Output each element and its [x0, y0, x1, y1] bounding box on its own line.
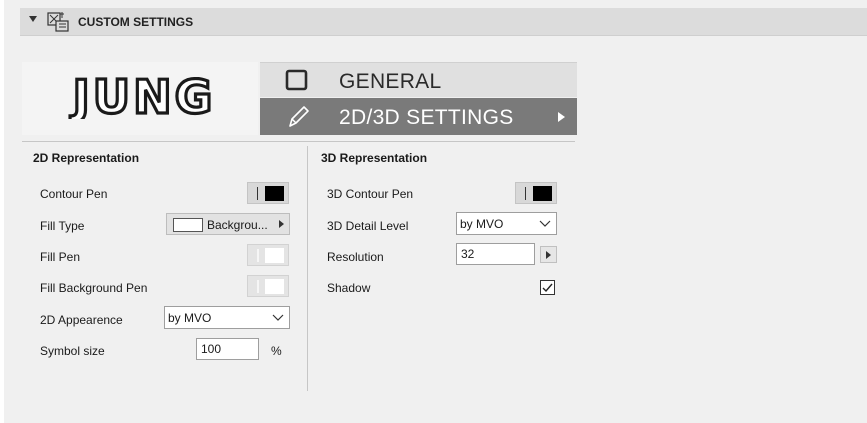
- logo-text: JUNG: [70, 77, 216, 119]
- shadow-label: Shadow: [327, 281, 371, 295]
- 3d-contour-pen-control[interactable]: [515, 182, 557, 204]
- pen-color-swatch: [265, 248, 284, 263]
- fill-type-arrow-icon: [279, 220, 284, 228]
- pen-color-swatch: [265, 279, 284, 294]
- pen-color-swatch: [533, 186, 552, 201]
- symbol-size-label: Symbol size: [40, 344, 105, 358]
- 3d-detail-level-select[interactable]: by MVO: [456, 212, 557, 235]
- resolution-stepper[interactable]: [540, 246, 557, 263]
- symbol-size-input[interactable]: 100: [196, 338, 259, 360]
- section-3d-title: 3D Representation: [321, 151, 428, 165]
- resolution-label: Resolution: [327, 250, 384, 264]
- fill-background-pen-control[interactable]: [247, 275, 289, 297]
- square-icon: [285, 69, 309, 94]
- chevron-down-icon: [272, 311, 284, 326]
- resolution-input[interactable]: 32: [456, 243, 535, 265]
- tab-general[interactable]: GENERAL: [260, 62, 577, 97]
- jung-logo: JUNG: [68, 77, 216, 119]
- symbol-size-unit: %: [271, 344, 282, 358]
- 3d-detail-level-label: 3D Detail Level: [327, 219, 409, 233]
- collapse-triangle-icon[interactable]: [29, 16, 37, 22]
- pen-divider: [257, 249, 259, 262]
- 2d-appearance-select[interactable]: by MVO: [164, 306, 290, 329]
- fill-type-label: Fill Type: [40, 219, 85, 233]
- 2d-appearance-label: 2D Appearence: [40, 313, 123, 327]
- tab-expand-arrow-icon: [558, 112, 565, 122]
- horizontal-divider: [22, 141, 575, 142]
- fill-pen-control[interactable]: [247, 244, 289, 266]
- tab-2d3d-settings[interactable]: 2D/3D SETTINGS: [260, 98, 577, 135]
- pencil-icon: [285, 104, 311, 133]
- shadow-checkbox[interactable]: [540, 280, 555, 295]
- fill-swatch: [173, 218, 203, 232]
- header-title: CUSTOM SETTINGS: [78, 15, 194, 29]
- vertical-divider: [307, 146, 308, 391]
- custom-settings-header[interactable]: CUSTOM SETTINGS: [20, 8, 867, 36]
- tab-general-label: GENERAL: [339, 70, 442, 93]
- 3d-detail-level-value: by MVO: [460, 217, 504, 231]
- settings-panel-icon: [47, 11, 71, 36]
- 3d-contour-pen-label: 3D Contour Pen: [327, 187, 414, 201]
- pen-divider: [257, 280, 259, 293]
- fill-type-value: Backgrou...: [207, 218, 268, 232]
- fill-type-control[interactable]: Backgrou...: [166, 213, 290, 235]
- fill-background-pen-label: Fill Background Pen: [40, 281, 148, 295]
- checkmark-icon: [542, 283, 553, 293]
- fill-pen-label: Fill Pen: [40, 250, 81, 264]
- pen-color-swatch: [265, 186, 284, 201]
- chevron-down-icon: [539, 217, 551, 232]
- 2d-appearance-value: by MVO: [168, 311, 212, 325]
- pen-divider: [525, 187, 526, 200]
- contour-pen-label: Contour Pen: [40, 187, 108, 201]
- contour-pen-control[interactable]: [247, 182, 289, 204]
- tab-2d3d-label: 2D/3D SETTINGS: [339, 106, 514, 129]
- pen-divider: [257, 187, 258, 200]
- brand-logo-area: JUNG: [22, 62, 258, 135]
- section-2d-title: 2D Representation: [33, 151, 140, 165]
- play-arrow-icon: [546, 251, 551, 259]
